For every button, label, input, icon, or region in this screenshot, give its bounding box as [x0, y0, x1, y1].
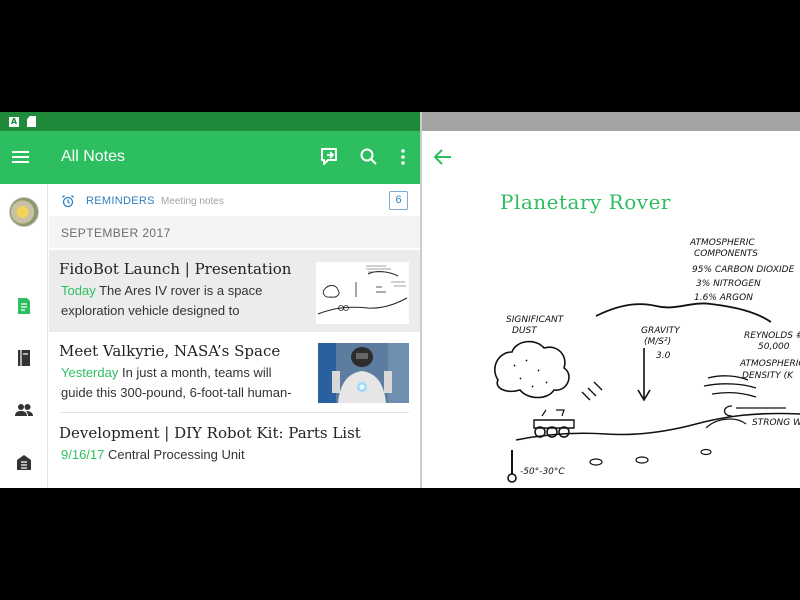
note-list-pane: A All Notes REMINDERS Meeting notes 6 SE… [0, 112, 422, 488]
month-section-label: SEPTEMBER 2017 [61, 226, 171, 240]
hamburger-menu-icon[interactable] [12, 148, 30, 166]
notes-icon[interactable] [14, 296, 34, 316]
status-bar: A [0, 112, 422, 131]
note-list-item[interactable]: Meet Valkyrie, NASA’s Space Yesterday In… [49, 332, 421, 414]
note-sketch-thumbnail [316, 262, 409, 324]
sketch-label: DUST [512, 326, 538, 336]
sketch-label: SIGNIFICANT [506, 315, 565, 325]
sketch-label: STRONG W [752, 418, 800, 428]
reminders-label: REMINDERS [86, 195, 155, 207]
sketch-label: GRAVITY [641, 326, 681, 336]
note-date: Today [61, 283, 96, 298]
note-title: Development | DIY Robot Kit: Parts List [59, 424, 361, 442]
overflow-menu-icon[interactable] [391, 145, 415, 169]
reminders-row[interactable]: REMINDERS Meeting notes 6 [49, 184, 421, 216]
sketch-label: COMPONENTS [694, 249, 758, 259]
note-detail-pane: Planetary Rover ATMOSPHERIC COMPONENTS 9… [422, 112, 800, 488]
sketch-label: (M/S²) [644, 337, 671, 347]
note-title: FidoBot Launch | Presentation [59, 260, 292, 278]
note-snippet-text: Central Processing Unit [108, 447, 245, 462]
navigation-rail [0, 184, 48, 488]
page-title: All Notes [61, 148, 126, 165]
note-snippet: Yesterday In just a month, teams will gu… [61, 363, 306, 403]
work-building-icon[interactable] [14, 452, 34, 472]
font-indicator-icon: A [9, 116, 19, 127]
app-bar: All Notes [0, 131, 421, 184]
sketch-label: 3% NITROGEN [696, 279, 761, 289]
sketch-label: ATMOSPHERIC [689, 238, 755, 248]
back-arrow-icon[interactable] [432, 146, 454, 168]
alarm-clock-icon [62, 195, 74, 208]
note-snippet: Today The Ares IV rover is a space explo… [61, 281, 306, 321]
sketch-label: -50°-30°C [520, 467, 565, 477]
note-list-item[interactable]: FidoBot Launch | Presentation Today The … [49, 250, 421, 332]
sketch-label: 95% CARBON DIOXIDE [692, 265, 795, 275]
rover-sketch-drawing: ATMOSPHERIC COMPONENTS 95% CARBON DIOXID… [494, 238, 800, 483]
app-frame: A All Notes REMINDERS Meeting notes 6 SE… [0, 112, 800, 488]
status-bar [422, 112, 800, 131]
note-date: 9/16/17 [61, 447, 105, 462]
avatar[interactable] [9, 197, 39, 227]
sketch-label: DENSITY (K [742, 371, 794, 381]
sketch-label: ATMOSPHERIC [739, 359, 800, 369]
notebooks-icon[interactable] [14, 348, 34, 368]
sketch-label: REYNOLDS # [744, 331, 800, 341]
sketch-label: 3.0 [656, 351, 671, 361]
robot-photo-thumbnail [318, 343, 409, 403]
work-chat-icon[interactable] [318, 145, 342, 169]
month-section-header: SEPTEMBER 2017 [49, 216, 421, 248]
note-snippet: 9/16/17 Central Processing Unit [61, 445, 401, 465]
sketch-label: 50,000 [758, 342, 790, 352]
sketch-label: 1.6% ARGON [694, 293, 753, 303]
note-list: REMINDERS Meeting notes 6 SEPTEMBER 2017… [49, 184, 421, 488]
list-divider [61, 412, 409, 413]
shared-people-icon[interactable] [14, 400, 34, 420]
note-date: Yesterday [61, 365, 119, 380]
note-title: Meet Valkyrie, NASA’s Space [59, 342, 281, 360]
note-heading: Planetary Rover [500, 190, 671, 214]
note-list-item[interactable]: Development | DIY Robot Kit: Parts List … [49, 414, 421, 488]
reminders-subtitle: Meeting notes [161, 196, 224, 207]
sd-card-icon [27, 116, 36, 127]
search-icon[interactable] [357, 145, 381, 169]
reminders-count-badge: 6 [389, 191, 408, 210]
